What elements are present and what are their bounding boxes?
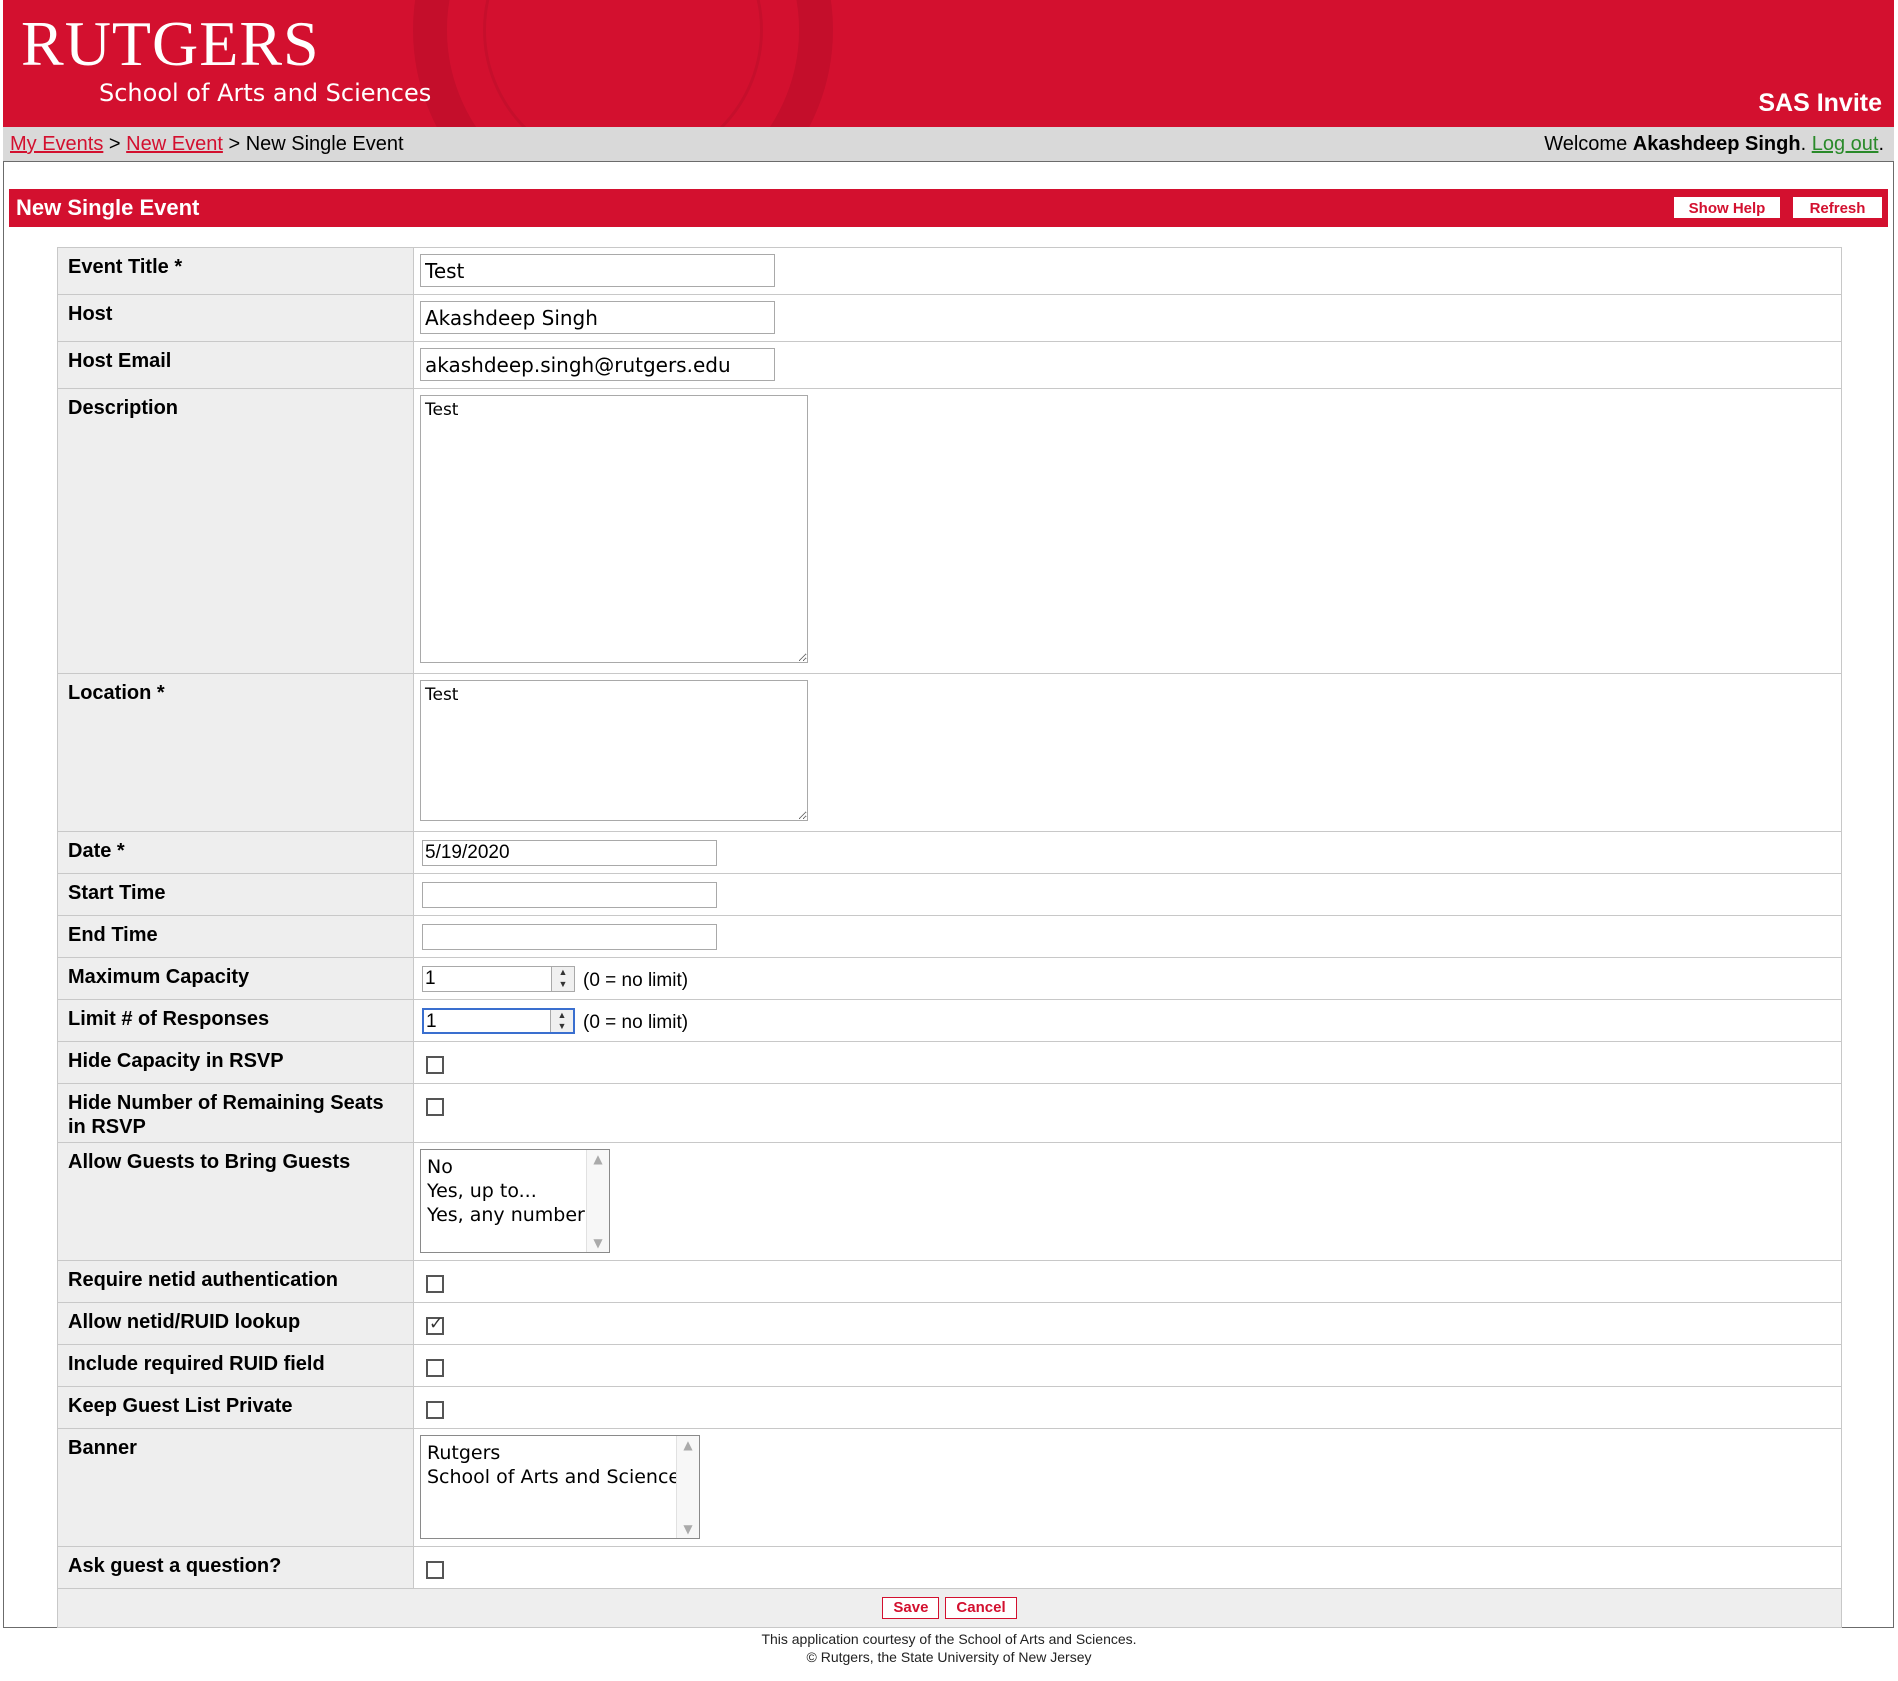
event-title-label: Event Title * bbox=[57, 247, 414, 295]
scroll-up-icon[interactable]: ▲ bbox=[677, 1438, 699, 1452]
include-ruid-checkbox[interactable] bbox=[426, 1359, 444, 1377]
banner-select[interactable]: Rutgers School of Arts and Sciences ▲ ▼ bbox=[420, 1435, 700, 1539]
select-option[interactable]: Yes, any number bbox=[421, 1203, 609, 1227]
show-help-button[interactable]: Show Help bbox=[1674, 197, 1780, 218]
form-actions: Save Cancel bbox=[57, 1588, 1842, 1628]
select-option[interactable]: School of Arts and Sciences bbox=[421, 1465, 699, 1489]
footer-copyright: © Rutgers, the State University of New J… bbox=[806, 1649, 1092, 1665]
keep-private-label: Keep Guest List Private bbox=[57, 1386, 414, 1429]
require-netid-label: Require netid authentication bbox=[57, 1260, 414, 1303]
description-textarea[interactable]: Test bbox=[420, 395, 808, 663]
ask-question-label: Ask guest a question? bbox=[57, 1546, 414, 1589]
date-input[interactable] bbox=[422, 840, 717, 866]
breadcrumb-current: New Single Event bbox=[245, 133, 404, 155]
page-title: New Single Event bbox=[16, 195, 200, 220]
scroll-down-icon[interactable]: ▼ bbox=[677, 1522, 699, 1536]
guests-bring-guests-select[interactable]: No Yes, up to... Yes, any number ▲ ▼ bbox=[420, 1149, 610, 1253]
select-option[interactable]: No bbox=[421, 1155, 609, 1179]
spin-up-icon[interactable]: ▲ bbox=[552, 967, 574, 979]
limit-responses-input[interactable] bbox=[424, 1011, 548, 1033]
max-capacity-stepper[interactable]: ▲▼ bbox=[422, 966, 575, 992]
rutgers-logo: RUTGERS bbox=[21, 8, 320, 79]
allow-lookup-label: Allow netid/RUID lookup bbox=[57, 1302, 414, 1345]
limit-responses-stepper[interactable]: ▲▼ bbox=[422, 1008, 575, 1034]
date-label: Date * bbox=[57, 831, 414, 874]
welcome-text: Welcome bbox=[1544, 133, 1628, 155]
save-button[interactable]: Save bbox=[882, 1597, 940, 1619]
app-title: SAS Invite bbox=[1758, 89, 1882, 117]
spin-down-icon[interactable]: ▼ bbox=[552, 979, 574, 991]
location-label: Location * bbox=[57, 673, 414, 832]
event-form: Event Title * Host Host Email Descriptio… bbox=[57, 247, 1842, 1628]
scroll-down-icon[interactable]: ▼ bbox=[587, 1236, 609, 1250]
breadcrumb-separator: > bbox=[228, 133, 241, 155]
seal-watermark-inner bbox=[483, 0, 763, 127]
description-label: Description bbox=[57, 388, 414, 674]
scroll-up-icon[interactable]: ▲ bbox=[587, 1152, 609, 1166]
guests-bring-guests-label: Allow Guests to Bring Guests bbox=[57, 1142, 414, 1261]
host-email-label: Host Email bbox=[57, 341, 414, 389]
hide-remaining-label: Hide Number of Remaining Seats in RSVP bbox=[57, 1083, 414, 1143]
sas-logo-subtitle: School of Arts and Sciences bbox=[99, 79, 432, 107]
breadcrumb-bar: My Events > New Event > New Single Event… bbox=[3, 127, 1894, 162]
max-capacity-label: Maximum Capacity bbox=[57, 957, 414, 1000]
breadcrumb-new-event-link[interactable]: New Event bbox=[126, 133, 223, 155]
logout-link[interactable]: Log out bbox=[1812, 133, 1879, 155]
breadcrumb: My Events > New Event > New Single Event bbox=[10, 127, 404, 161]
location-textarea[interactable]: Test bbox=[420, 680, 808, 821]
start-time-input[interactable] bbox=[422, 882, 717, 908]
ask-question-checkbox[interactable] bbox=[426, 1561, 444, 1579]
limit-responses-hint: (0 = no limit) bbox=[583, 1012, 689, 1033]
scrollbar[interactable]: ▲ ▼ bbox=[676, 1436, 699, 1538]
host-input[interactable] bbox=[420, 301, 775, 334]
spin-down-icon[interactable]: ▼ bbox=[551, 1021, 573, 1032]
allow-lookup-checkbox[interactable]: ✓ bbox=[426, 1314, 444, 1335]
refresh-button[interactable]: Refresh bbox=[1793, 197, 1882, 218]
max-capacity-hint: (0 = no limit) bbox=[583, 970, 689, 991]
host-label: Host bbox=[57, 294, 414, 342]
start-time-label: Start Time bbox=[57, 873, 414, 916]
select-option[interactable]: Rutgers bbox=[421, 1441, 699, 1465]
require-netid-checkbox[interactable] bbox=[426, 1275, 444, 1293]
end-time-input[interactable] bbox=[422, 924, 717, 950]
header-banner: RUTGERS School of Arts and Sciences SAS … bbox=[3, 0, 1894, 127]
host-email-input[interactable] bbox=[420, 348, 775, 381]
max-capacity-input[interactable] bbox=[423, 968, 547, 990]
keep-private-checkbox[interactable] bbox=[426, 1401, 444, 1419]
user-name: Akashdeep Singh bbox=[1632, 133, 1801, 155]
spin-up-icon[interactable]: ▲ bbox=[551, 1010, 573, 1021]
section-header: New Single Event Show Help Refresh bbox=[9, 189, 1888, 227]
hide-capacity-checkbox[interactable] bbox=[426, 1056, 444, 1074]
event-title-input[interactable] bbox=[420, 254, 775, 287]
hide-capacity-label: Hide Capacity in RSVP bbox=[57, 1041, 414, 1084]
select-option[interactable]: Yes, up to... bbox=[421, 1179, 609, 1203]
end-time-label: End Time bbox=[57, 915, 414, 958]
banner-label: Banner bbox=[57, 1428, 414, 1547]
user-info: Welcome Akashdeep Singh. Log out. bbox=[1544, 133, 1884, 155]
limit-responses-label: Limit # of Responses bbox=[57, 999, 414, 1042]
footer-credit: This application courtesy of the School … bbox=[761, 1631, 1137, 1647]
include-ruid-label: Include required RUID field bbox=[57, 1344, 414, 1387]
checkmark-icon: ✓ bbox=[429, 1314, 444, 1333]
cancel-button[interactable]: Cancel bbox=[945, 1597, 1017, 1619]
breadcrumb-separator: > bbox=[108, 133, 121, 155]
scrollbar[interactable]: ▲ ▼ bbox=[586, 1150, 609, 1252]
hide-remaining-checkbox[interactable] bbox=[426, 1098, 444, 1116]
footer: This application courtesy of the School … bbox=[0, 1630, 1898, 1666]
breadcrumb-my-events-link[interactable]: My Events bbox=[10, 133, 103, 155]
